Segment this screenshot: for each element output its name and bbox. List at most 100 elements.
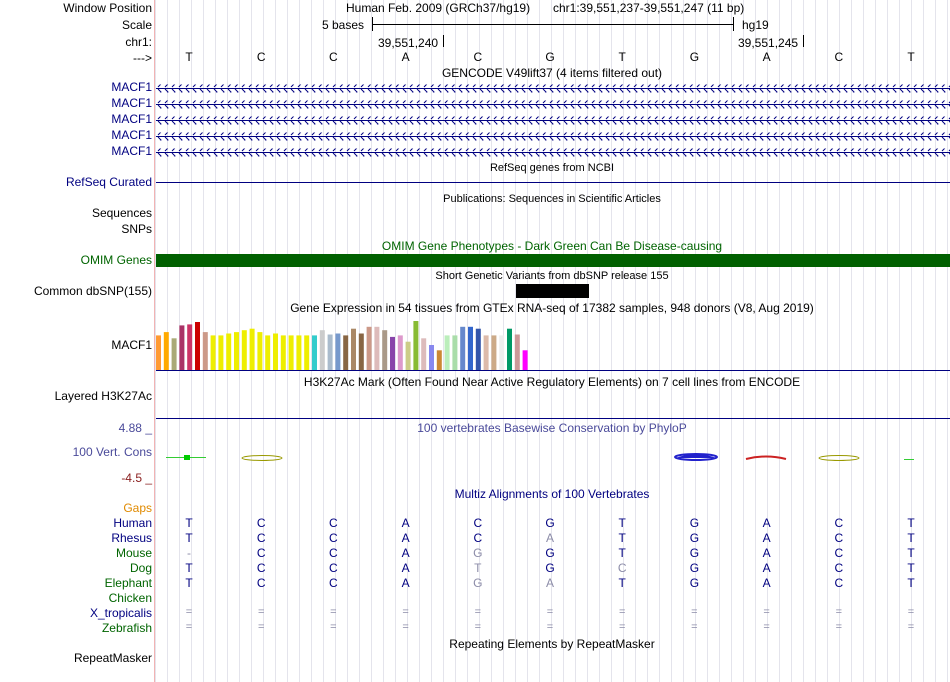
gtex-tissue-bar[interactable] <box>366 326 372 370</box>
species-label-gaps[interactable]: Gaps <box>123 501 152 515</box>
base-letter: T <box>907 50 915 64</box>
dbsnp-variant[interactable] <box>516 284 589 298</box>
alignment-base: C <box>834 561 844 575</box>
label-gencode-macf1[interactable]: MACF1 <box>111 144 152 158</box>
alignment-base: C <box>256 531 266 545</box>
label-gencode-macf1[interactable]: MACF1 <box>111 80 152 94</box>
gtex-tissue-bar[interactable] <box>452 335 458 370</box>
alignment-base: T <box>185 576 193 590</box>
label-scale: Scale <box>121 18 152 32</box>
alignment-base: = <box>691 621 698 633</box>
gtex-tissue-bar[interactable] <box>312 335 317 370</box>
label-repeatmasker[interactable]: RepeatMasker <box>74 651 152 665</box>
gtex-tissue-bar[interactable] <box>234 332 239 370</box>
gtex-tissue-bar[interactable] <box>397 335 403 370</box>
gtex-tissue-bar[interactable] <box>382 330 388 370</box>
omim-feature[interactable] <box>156 254 950 267</box>
label-gencode-macf1[interactable]: MACF1 <box>111 112 152 126</box>
gtex-tissue-bar[interactable] <box>187 324 193 370</box>
gtex-tissue-bar[interactable] <box>210 335 216 370</box>
species-label-human[interactable]: Human <box>113 516 152 530</box>
gtex-tissue-bar[interactable] <box>280 335 286 370</box>
species-label-chicken[interactable]: Chicken <box>109 591 152 605</box>
alignment-base: = <box>402 606 409 618</box>
alignment-base: A <box>762 561 771 575</box>
refseq-line[interactable] <box>156 182 950 183</box>
species-label-elephant[interactable]: Elephant <box>105 576 152 590</box>
gtex-tissue-bar[interactable] <box>468 326 473 370</box>
label-dbsnp[interactable]: Common dbSNP(155) <box>34 284 152 298</box>
alignment-base: = <box>474 606 482 618</box>
gtex-tissue-bar[interactable] <box>507 328 512 370</box>
alignment-base: A <box>545 576 555 590</box>
gtex-tissue-bar[interactable] <box>429 345 434 370</box>
alignment-base: C <box>256 516 266 530</box>
gtex-tissue-bar[interactable] <box>405 341 411 370</box>
label-gencode-macf1[interactable]: MACF1 <box>111 128 152 142</box>
track-divider <box>154 0 155 682</box>
label-h3k27ac[interactable]: Layered H3K27Ac <box>55 389 152 403</box>
label-phylop-max: 4.88 _ <box>118 421 152 435</box>
gtex-tissue-bar[interactable] <box>226 333 232 371</box>
gtex-tissue-bar[interactable] <box>195 322 200 370</box>
alignment-base: G <box>473 546 483 560</box>
gtex-tissue-bar[interactable] <box>335 333 341 371</box>
label-refseq[interactable]: RefSeq Curated <box>66 175 152 189</box>
label-omim[interactable]: OMIM Genes <box>81 253 152 267</box>
gtex-tissue-bar[interactable] <box>171 338 177 370</box>
gtex-tissue-bar[interactable] <box>288 335 294 370</box>
gtex-tissue-bar[interactable] <box>491 335 497 370</box>
alignment-base: G <box>545 561 555 575</box>
species-label-mouse[interactable]: Mouse <box>116 546 152 560</box>
gtex-tissue-bar[interactable] <box>475 328 481 370</box>
alignment-base: = <box>185 606 193 618</box>
gtex-tissue-bar[interactable] <box>390 336 395 370</box>
alignment-base: T <box>185 516 193 530</box>
gtex-tissue-bar[interactable] <box>351 328 356 370</box>
gtex-bar-chart[interactable] <box>156 316 950 372</box>
gtex-tissue-bar[interactable] <box>218 335 224 370</box>
omim-title: OMIM Gene Phenotypes - Dark Green Can Be… <box>381 239 723 253</box>
species-label-rhesus[interactable]: Rhesus <box>111 531 152 545</box>
gtex-tissue-bar[interactable] <box>202 332 208 370</box>
gtex-tissue-bar[interactable] <box>522 350 528 370</box>
gtex-tissue-bar[interactable] <box>514 334 520 371</box>
gtex-tissue-bar[interactable] <box>319 330 325 370</box>
gtex-tissue-bar[interactable] <box>296 335 302 370</box>
alignment-base: = <box>330 606 337 618</box>
gtex-tissue-bar[interactable] <box>179 325 185 370</box>
gtex-tissue-bar[interactable] <box>436 350 442 370</box>
gtex-tissue-bar[interactable] <box>304 335 310 370</box>
scale-bar <box>372 24 733 25</box>
gtex-tissue-bar[interactable] <box>421 338 427 370</box>
alignment-base: T <box>907 531 915 545</box>
gtex-tissue-bar[interactable] <box>327 334 333 371</box>
gtex-tissue-bar[interactable] <box>499 335 505 370</box>
alignment-base: = <box>907 606 915 618</box>
gtex-tissue-bar[interactable] <box>265 335 271 370</box>
label-phylop[interactable]: 100 Vert. Cons <box>73 445 152 459</box>
gtex-tissue-bar[interactable] <box>257 332 263 370</box>
gtex-tissue-bar[interactable] <box>483 335 489 370</box>
species-label-dog[interactable]: Dog <box>130 561 152 575</box>
label-gencode-macf1[interactable]: MACF1 <box>111 96 152 110</box>
label-snps[interactable]: SNPs <box>121 222 152 236</box>
species-label-zebrafish[interactable]: Zebrafish <box>102 621 152 635</box>
gencode-transcripts[interactable] <box>156 80 950 158</box>
gtex-tissue-bar[interactable] <box>444 335 450 370</box>
gtex-tissue-bar[interactable] <box>273 333 278 371</box>
alignment-base: C <box>256 546 266 560</box>
gtex-tissue-bar[interactable] <box>460 326 466 370</box>
gtex-tissue-bar[interactable] <box>156 335 161 370</box>
gtex-tissue-bar[interactable] <box>241 330 247 370</box>
species-label-x_tropicalis[interactable]: X_tropicalis <box>90 606 152 620</box>
label-sequences[interactable]: Sequences <box>92 206 152 220</box>
phylop-signal[interactable] <box>156 448 950 468</box>
gtex-tissue-bar[interactable] <box>343 335 349 370</box>
gtex-tissue-bar[interactable] <box>358 333 364 371</box>
gtex-tissue-bar[interactable] <box>413 321 419 370</box>
label-gtex[interactable]: MACF1 <box>111 338 152 352</box>
gtex-tissue-bar[interactable] <box>163 332 169 370</box>
gtex-tissue-bar[interactable] <box>249 328 255 370</box>
gtex-tissue-bar[interactable] <box>374 326 380 370</box>
